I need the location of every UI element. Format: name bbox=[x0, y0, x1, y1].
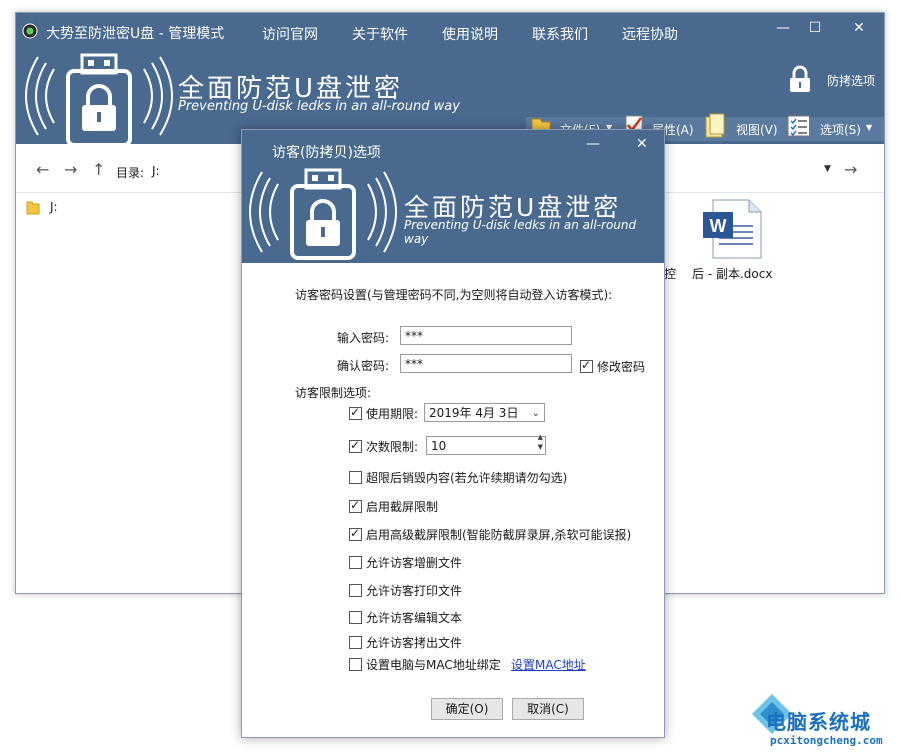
menu-remote-assist[interactable]: 远程协助 bbox=[622, 24, 678, 44]
menu-instructions[interactable]: 使用说明 bbox=[442, 24, 498, 44]
watermark-text-cn: 电脑系统城 bbox=[766, 710, 871, 734]
allow-copy-out-label: 允许访客拷出文件 bbox=[366, 636, 463, 650]
allow-copy-out-checkbox[interactable] bbox=[349, 636, 362, 649]
guest-options-dialog: 访客(防拷贝)选项 — ✕ 全面防范U盘泄密 Preventing U-disk… bbox=[241, 129, 665, 738]
dialog-minimize-button[interactable]: — bbox=[586, 136, 600, 152]
view-icon bbox=[705, 113, 725, 138]
toolbar-view[interactable]: 视图(V) bbox=[702, 113, 784, 141]
spin-down-icon[interactable]: ▼ bbox=[538, 443, 543, 452]
window-title: 大势至防泄密U盘 - 管理模式 bbox=[46, 26, 225, 42]
file-item-docx[interactable]: 后 - 副本.docx bbox=[692, 265, 772, 282]
menu-contact[interactable]: 联系我们 bbox=[532, 24, 588, 44]
allow-print-checkbox[interactable] bbox=[349, 584, 362, 597]
dialog-close-button[interactable]: ✕ bbox=[636, 136, 648, 152]
brand-subtitle-en: Preventing U-disk ledks in an all-round … bbox=[178, 99, 460, 114]
expiry-label: 使用期限: bbox=[366, 407, 419, 421]
enter-password-input[interactable]: *** bbox=[400, 326, 572, 345]
chevron-down-icon: ⌄ bbox=[531, 408, 540, 419]
chevron-down-icon: ▼ bbox=[866, 123, 873, 132]
minimize-button[interactable]: — bbox=[768, 19, 798, 37]
usb-lock-logo bbox=[249, 168, 397, 260]
mac-bind-label: 设置电脑与MAC地址绑定 bbox=[366, 658, 501, 672]
expiry-date-value: 2019年 4月 3日 bbox=[429, 406, 519, 420]
screenshot-limit-checkbox[interactable] bbox=[349, 498, 362, 513]
enter-password-label: 输入密码: bbox=[337, 331, 390, 345]
close-button[interactable]: ✕ bbox=[844, 19, 874, 37]
allow-add-delete-label: 允许访客增删文件 bbox=[366, 556, 463, 570]
lock-icon[interactable] bbox=[788, 65, 812, 93]
up-arrow-icon[interactable]: ↑ bbox=[92, 160, 105, 179]
app-icon bbox=[22, 23, 38, 39]
destroy-content-label: 超限后销毁内容(若允许续期请勿勾选) bbox=[366, 471, 568, 485]
forward-arrow-icon[interactable]: → bbox=[64, 160, 77, 179]
tree-item-label: J: bbox=[50, 200, 58, 214]
toolbar-view-label: 视图(V) bbox=[736, 123, 778, 137]
dialog-title: 访客(防拷贝)选项 bbox=[272, 145, 381, 161]
svg-text:W: W bbox=[710, 216, 727, 236]
maximize-button[interactable]: ☐ bbox=[800, 19, 830, 37]
cancel-button[interactable]: 取消(C) bbox=[512, 698, 584, 720]
copy-protect-label[interactable]: 防拷选项 bbox=[827, 72, 875, 89]
dir-value[interactable]: J: bbox=[152, 164, 160, 178]
toolbar-options[interactable]: 选项(S) ▼ bbox=[784, 115, 884, 141]
tree-item-drive[interactable]: J: bbox=[26, 199, 146, 217]
change-password-checkbox[interactable] bbox=[580, 358, 593, 373]
advanced-screenshot-label: 启用高级截屏限制(智能防截屏录屏,杀软可能误报) bbox=[366, 528, 632, 542]
expiry-checkbox[interactable] bbox=[349, 405, 362, 420]
spin-up-icon[interactable]: ▲ bbox=[538, 433, 543, 442]
chevron-down-icon[interactable]: ▼ bbox=[824, 164, 831, 174]
limits-section-label: 访客限制选项: bbox=[295, 386, 372, 400]
count-limit-label: 次数限制: bbox=[366, 440, 419, 454]
password-section-label: 访客密码设置(与管理密码不同,为空则将自动登入访客模式): bbox=[295, 288, 613, 302]
ok-button[interactable]: 确定(O) bbox=[431, 698, 503, 720]
dialog-brand-subtitle-en: Preventing U-disk ledks in an all-round … bbox=[404, 218, 637, 246]
confirm-password-input[interactable]: *** bbox=[400, 354, 572, 373]
dir-label: 目录: bbox=[116, 166, 145, 180]
folder-icon bbox=[26, 201, 40, 215]
count-limit-value: 10 bbox=[431, 439, 447, 453]
menu-about[interactable]: 关于软件 bbox=[352, 24, 408, 44]
go-arrow-icon[interactable]: → bbox=[844, 160, 857, 179]
allow-add-delete-checkbox[interactable] bbox=[349, 556, 362, 569]
destroy-content-checkbox[interactable] bbox=[349, 471, 362, 484]
count-limit-checkbox[interactable] bbox=[349, 438, 362, 453]
usb-lock-logo bbox=[25, 53, 173, 144]
allow-edit-label: 允许访客编辑文本 bbox=[366, 611, 463, 625]
count-limit-spinner[interactable]: 10 ▲ ▼ bbox=[426, 433, 546, 455]
word-document-icon[interactable]: W bbox=[701, 196, 767, 262]
file-item-partial[interactable]: 控 bbox=[664, 265, 676, 282]
advanced-screenshot-checkbox[interactable] bbox=[349, 526, 362, 541]
mac-bind-checkbox[interactable] bbox=[349, 658, 362, 671]
confirm-password-label: 确认密码: bbox=[337, 359, 390, 373]
dialog-header: 访客(防拷贝)选项 — ✕ 全面防范U盘泄密 Preventing U-disk… bbox=[242, 130, 664, 263]
toolbar-options-label: 选项(S) bbox=[820, 123, 861, 137]
menu-official-site[interactable]: 访问官网 bbox=[262, 24, 318, 44]
main-header: 大势至防泄密U盘 - 管理模式 访问官网 关于软件 使用说明 联系我们 远程协助… bbox=[16, 13, 884, 144]
back-arrow-icon[interactable]: ← bbox=[36, 160, 49, 179]
allow-print-label: 允许访客打印文件 bbox=[366, 584, 463, 598]
options-icon bbox=[787, 115, 809, 137]
set-mac-address-link[interactable]: 设置MAC地址 bbox=[511, 656, 586, 673]
change-password-label: 修改密码 bbox=[597, 360, 646, 374]
watermark-url: pcxitongcheng.com bbox=[770, 734, 883, 747]
allow-edit-checkbox[interactable] bbox=[349, 611, 362, 624]
expiry-date-picker[interactable]: 2019年 4月 3日 ⌄ bbox=[424, 403, 545, 422]
screenshot-limit-label: 启用截屏限制 bbox=[366, 500, 439, 514]
